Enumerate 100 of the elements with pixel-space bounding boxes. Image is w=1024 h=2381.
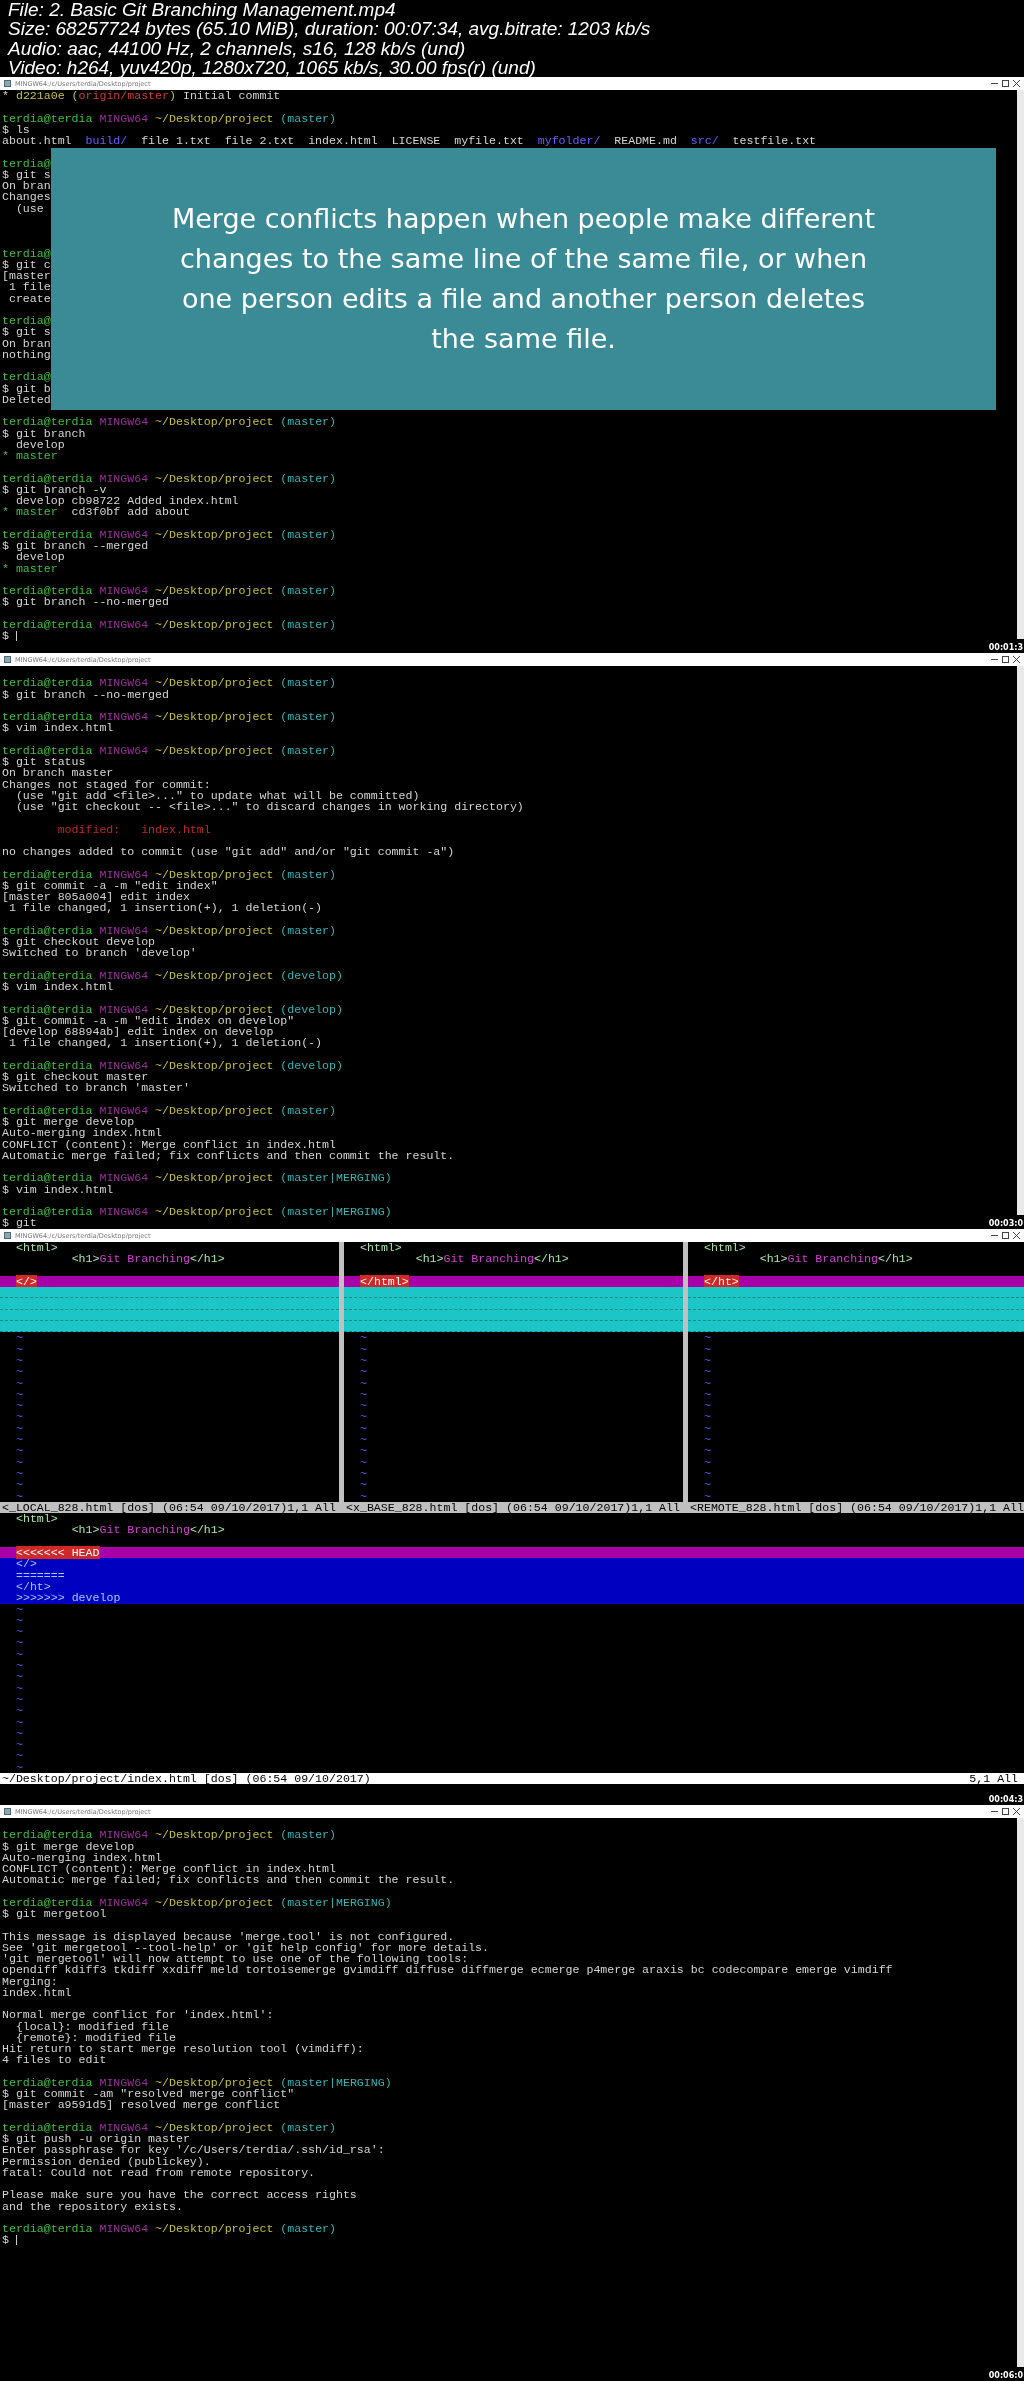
maximize-icon[interactable] bbox=[1002, 656, 1009, 663]
terminal-line: opendiff kdiff3 tkdiff xxdiff meld tortoisemerge gvimdiff diffuse diffmerge ecmerge p4merge araxis bc codecompare emerge vimdiff bbox=[1, 1964, 893, 1976]
empty-line-marker: ~ bbox=[703, 1490, 712, 1502]
empty-line-marker: ~ bbox=[15, 1626, 24, 1638]
empty-line-marker: ~ bbox=[15, 1343, 24, 1355]
empty-line-marker: ~ bbox=[15, 1614, 24, 1627]
empty-line-marker: ~ bbox=[15, 1400, 24, 1412]
terminal-line: * master bbox=[1, 562, 58, 574]
empty-line-marker: ~ bbox=[15, 1693, 24, 1706]
empty-line-marker: ~ bbox=[359, 1332, 368, 1344]
terminal-line: index.html bbox=[1, 1986, 72, 1998]
empty-line-marker: ~ bbox=[703, 1366, 712, 1378]
terminal-prompt: terdia@terdia MINGW64 ~/Desktop/project (master) bbox=[1, 1829, 336, 1841]
terminal-line: terdia@ bbox=[1, 371, 51, 383]
terminal-line: This message is displayed because 'merge.tool' is not configured. bbox=[1, 1930, 455, 1942]
terminal-prompt: terdia@terdia MINGW64 ~/Desktop/project (master) bbox=[1, 2223, 336, 2235]
minimize-icon[interactable] bbox=[991, 1808, 998, 1815]
terminal-line: Merging: bbox=[1, 1975, 58, 1987]
terminal-prompt: terdia@terdia MINGW64 ~/Desktop/project (master) bbox=[1, 711, 336, 723]
terminal-line: $ git branch --no-merged bbox=[1, 596, 169, 608]
empty-line-marker: ~ bbox=[15, 1332, 24, 1344]
terminal-line: $ git branch --merged bbox=[1, 540, 149, 552]
app-icon bbox=[4, 1808, 11, 1815]
empty-line-marker: ~ bbox=[359, 1479, 368, 1491]
close-icon[interactable] bbox=[1013, 80, 1020, 87]
terminal-line: (use "git checkout -- <file>..." to discard changes in working directory) bbox=[14, 801, 524, 813]
close-icon[interactable] bbox=[1013, 656, 1020, 663]
terminal-prompt: terdia@terdia MINGW64 ~/Desktop/project (master|MERGING) bbox=[1, 1206, 392, 1218]
empty-line-marker: ~ bbox=[703, 1434, 712, 1446]
empty-line-marker: ~ bbox=[703, 1467, 712, 1480]
terminal-line: $ git status bbox=[1, 756, 86, 768]
terminal-line: On bran bbox=[1, 180, 51, 192]
terminal-line: $ bbox=[0, 630, 17, 642]
code-line: <html> bbox=[15, 1513, 59, 1525]
terminal-line: Automatic merge failed; fix conflicts and then commit the result. bbox=[1, 1874, 455, 1886]
empty-line-marker: ~ bbox=[703, 1445, 712, 1457]
empty-line-marker: ~ bbox=[15, 1637, 24, 1649]
empty-line-marker: ~ bbox=[15, 1727, 24, 1740]
empty-line-marker: ~ bbox=[15, 1377, 24, 1389]
code-line: <h1>Git Branching</h1> bbox=[414, 1253, 570, 1265]
terminal-prompt: terdia@terdia MINGW64 ~/Desktop/project (master) bbox=[1, 1104, 336, 1116]
empty-line-marker: ~ bbox=[15, 1411, 24, 1423]
status-bar: <x_BASE_828.html [dos] (06:54 09/10/2017)1,1 All bbox=[344, 1501, 684, 1514]
terminal-line: Changes not staged for commit: bbox=[1, 778, 211, 790]
terminal-prompt: terdia@terdia MINGW64 ~/Desktop/project (master) bbox=[1, 618, 336, 630]
terminal-line: {remote}: modified file bbox=[15, 2031, 176, 2043]
terminal-line: [master a9591d5] resolved merge conflict bbox=[1, 2099, 281, 2111]
terminal-line: no changes added to commit (use "git add" and/or "git commit -a") bbox=[1, 846, 455, 858]
terminal-prompt: terdia@terdia MINGW64 ~/Desktop/project (develop) bbox=[1, 969, 343, 981]
app-icon bbox=[4, 80, 11, 87]
close-icon[interactable] bbox=[1013, 1808, 1020, 1815]
terminal-line: 4 files to edit bbox=[1, 2054, 107, 2066]
empty-line-marker: ~ bbox=[359, 1467, 368, 1480]
terminal-line: create bbox=[7, 292, 51, 304]
terminal-line: [master 805a004] edit index bbox=[1, 891, 190, 903]
code-line: <h1>Git Branching</h1> bbox=[70, 1524, 226, 1536]
empty-line-marker: ~ bbox=[15, 1456, 24, 1468]
empty-line-marker: ~ bbox=[15, 1648, 24, 1661]
terminal-line: $ git branch bbox=[1, 427, 86, 439]
terminal-line: $ git c bbox=[1, 258, 51, 270]
terminal-line: * master cd3f0bf add about bbox=[1, 506, 190, 518]
terminal-line: Permission denied (publickey). bbox=[1, 2155, 211, 2167]
terminal-prompt: terdia@terdia MINGW64 ~/Desktop/project (master) bbox=[1, 528, 336, 540]
terminal-line: nothing bbox=[1, 348, 51, 360]
minimize-icon[interactable] bbox=[991, 656, 998, 663]
close-icon[interactable] bbox=[1013, 1232, 1020, 1239]
terminal-line: and the repository exists. bbox=[1, 2200, 183, 2212]
empty-line-marker: ~ bbox=[15, 1716, 24, 1728]
terminal-line: $ git merge develop bbox=[1, 1840, 135, 1852]
empty-line-marker: ~ bbox=[15, 1490, 24, 1502]
empty-line-marker: ~ bbox=[15, 1422, 24, 1435]
maximize-icon[interactable] bbox=[1002, 1808, 1009, 1815]
maximize-icon[interactable] bbox=[1002, 1232, 1009, 1239]
terminal-line: terdia@ bbox=[1, 247, 51, 259]
empty-line-marker: ~ bbox=[15, 1750, 24, 1762]
terminal-line: 'git mergetool' will now attempt to use one of the following tools: bbox=[1, 1953, 469, 1965]
terminal-line: * d221a0e (origin/master) Initial commit bbox=[1, 90, 281, 102]
terminal-line: On bran bbox=[1, 337, 51, 349]
terminal-line: $ git branch --no-merged bbox=[1, 688, 169, 700]
minimize-icon[interactable] bbox=[991, 1232, 998, 1239]
empty-line-marker: ~ bbox=[359, 1422, 368, 1435]
terminal-prompt: terdia@terdia MINGW64 ~/Desktop/project (master) bbox=[1, 585, 336, 597]
status-bar: <_LOCAL_828.html [dos] (06:54 09/10/2017)1,1 All bbox=[0, 1501, 339, 1514]
file-status: ~/Desktop/project/index.html [dos] (06:54 09/10/2017) bbox=[2, 1773, 371, 1785]
empty-line-marker: ~ bbox=[359, 1354, 368, 1367]
terminal-line: (use bbox=[15, 202, 44, 214]
terminal-prompt: terdia@terdia MINGW64 ~/Desktop/project (master|MERGING) bbox=[1, 1172, 392, 1184]
terminal-line: $ git bbox=[1, 1217, 37, 1229]
terminal-line: Enter passphrase for key '/c/Users/terdia/.ssh/id_rsa': bbox=[1, 2144, 385, 2156]
terminal-line: $ git commit -a -m "edit index" bbox=[1, 879, 218, 891]
terminal-line: terdia@ bbox=[1, 157, 51, 169]
frame-timestamp: 00:06:0 bbox=[987, 2371, 1024, 2381]
minimize-icon[interactable] bbox=[991, 80, 998, 87]
cursor-position: 5,1 All bbox=[969, 1773, 1018, 1785]
empty-line-marker: ~ bbox=[703, 1411, 712, 1423]
code-line: <html> bbox=[359, 1242, 403, 1254]
file-info-line: Audio: aac, 44100 Hz, 2 channels, s16, 128 kb/s (und) bbox=[6, 38, 466, 58]
maximize-icon[interactable] bbox=[1002, 80, 1009, 87]
code-line: <h1>Git Branching</h1> bbox=[70, 1253, 226, 1265]
terminal-line: modified: index.html bbox=[56, 823, 211, 835]
